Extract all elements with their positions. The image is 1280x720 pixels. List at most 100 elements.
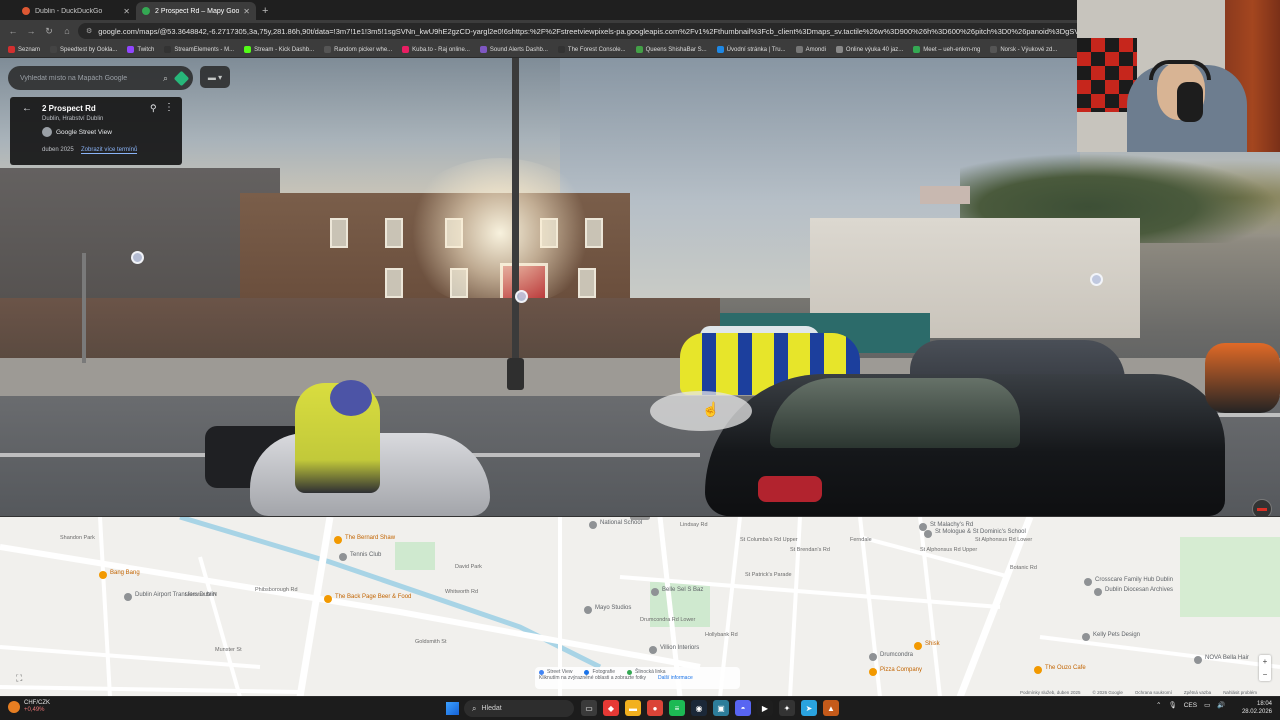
map-poi-icon[interactable] (1082, 633, 1090, 641)
map-poi-icon[interactable] (1194, 656, 1202, 664)
start-button[interactable] (446, 702, 459, 715)
map-place-label[interactable]: Drumcondra (880, 652, 913, 658)
map-poi-icon[interactable] (584, 606, 592, 614)
discord-icon[interactable]: ◓ (735, 700, 751, 716)
language-indicator[interactable]: CES (1184, 702, 1197, 709)
spotify-icon[interactable]: ≡ (669, 700, 685, 716)
compass-icon[interactable] (1252, 499, 1272, 516)
back-icon[interactable]: ← (6, 26, 20, 36)
more-dates-link[interactable]: Zobrazit více termínů (81, 147, 138, 154)
map-poi-icon[interactable] (914, 642, 922, 650)
bookmark-item[interactable]: Stream - Kick Dashb... (244, 46, 314, 53)
close-tab-icon[interactable]: ✕ (123, 7, 130, 16)
map-poi-icon[interactable] (334, 536, 342, 544)
bookmark-item[interactable]: Seznam (8, 46, 40, 53)
map-poi-icon[interactable] (924, 530, 932, 538)
map-poi-icon[interactable] (99, 571, 107, 579)
volume-icon[interactable]: 🔊 (1217, 701, 1225, 709)
chrome-icon[interactable]: ● (647, 700, 663, 716)
map-place-label[interactable]: Bang Bang (110, 570, 140, 576)
photo-marker-icon[interactable] (515, 290, 528, 303)
maps-search-box[interactable]: ⌕ (8, 66, 193, 90)
map-poi-icon[interactable] (869, 653, 877, 661)
bookmark-item[interactable]: StreamElements - M... (164, 46, 234, 53)
location-pin-icon[interactable]: ⚲ (150, 103, 157, 114)
window-icon[interactable]: ▣ (713, 700, 729, 716)
back-arrow-icon[interactable]: ← (22, 103, 32, 114)
map-footer-link[interactable]: © 2026 Google (1093, 690, 1123, 695)
map-poi-icon[interactable] (649, 646, 657, 654)
terminal-icon[interactable]: ▶ (757, 700, 773, 716)
bookmark-item[interactable]: Norsk - Výukové zd... (990, 46, 1057, 53)
map-poi-icon[interactable] (651, 588, 659, 596)
bookmark-item[interactable]: Úvodní stránka | Tru... (716, 46, 786, 53)
map-fullscreen-icon[interactable]: ⛶ (16, 673, 22, 684)
map-footer-link[interactable]: Podmínky služeb, duben 2025 (1020, 690, 1081, 695)
map-place-label[interactable]: Belle Sel S Baz (662, 587, 703, 593)
map-place-label[interactable]: Crosscare Family Hub Dublin (1095, 577, 1173, 583)
map-poi-icon[interactable] (339, 553, 347, 561)
map-poi-icon[interactable] (324, 595, 332, 603)
directions-icon[interactable] (173, 70, 190, 86)
mic-tray-icon[interactable]: 🎙 (1168, 701, 1176, 709)
clock[interactable]: 18:04 28.02.2026 (1232, 700, 1272, 716)
close-tab-icon[interactable]: ✕ (243, 7, 250, 16)
bookmark-item[interactable]: Random picker whe... (324, 46, 392, 53)
map-zoom-in-button[interactable]: + (1263, 657, 1268, 666)
map-place-label[interactable]: Shisk (925, 641, 940, 647)
map-footer-link[interactable]: Ochrana soukromí (1135, 690, 1172, 695)
map-poi-icon[interactable] (869, 668, 877, 676)
photo-marker-icon[interactable] (1090, 273, 1103, 286)
map-place-label[interactable]: Villion Interiors (660, 645, 699, 651)
more-options-icon[interactable]: ⋮ (164, 102, 174, 113)
map-footer-link[interactable]: Nahlásit problém (1223, 690, 1257, 695)
map-place-label[interactable]: NOVA Bella Hair (1205, 655, 1249, 661)
taskbar-search[interactable]: ⌕ Hledat (464, 700, 574, 717)
map-place-label[interactable]: Tennis Club (350, 552, 381, 558)
map-place-label[interactable]: Kelly Pets Design (1093, 632, 1140, 638)
bookmark-item[interactable]: Kuba.to - Raj online... (402, 46, 470, 53)
network-icon[interactable]: ▭ (1204, 701, 1210, 709)
map-place-label[interactable]: The Back Page Beer & Food (335, 594, 411, 600)
map-place-label[interactable]: Dublin Airport Transfers Dublin (135, 592, 216, 598)
app-orange-icon[interactable]: ▲ (823, 700, 839, 716)
photo-marker-icon[interactable] (131, 251, 144, 264)
map-place-label[interactable]: St Malachy's Rd (930, 522, 973, 528)
game-icon[interactable]: ✦ (779, 700, 795, 716)
bookmark-item[interactable]: The Forest Console... (557, 46, 626, 53)
map-poi-icon[interactable] (589, 521, 597, 529)
steam-icon[interactable]: ◉ (691, 700, 707, 716)
bookmark-item[interactable]: Meet – ueh-enkm-mg (913, 46, 980, 53)
bookmark-item[interactable]: Queens ShishaBar S... (635, 46, 707, 53)
map-place-label[interactable]: The Bernard Shaw (345, 535, 395, 541)
bookmark-item[interactable]: Online výuka 40 jaz... (835, 46, 903, 53)
bookmark-item[interactable]: Sound Alerts Dashb... (479, 46, 548, 53)
map-place-label[interactable]: St Mologue & St Dominic's School (935, 529, 1026, 535)
site-info-icon[interactable]: ⚙ (86, 27, 92, 35)
layers-button[interactable]: ▬ ▾ (200, 66, 230, 88)
map-footer-link[interactable]: Zpětná vazba (1184, 690, 1211, 695)
reload-icon[interactable]: ↻ (42, 26, 56, 37)
ticker-widget[interactable]: CHF/CZK +0,49% (8, 700, 50, 714)
map-zoom-out-button[interactable]: − (1263, 670, 1268, 679)
map-poi-icon[interactable] (1034, 666, 1042, 674)
search-icon[interactable]: ⌕ (163, 73, 168, 84)
telegram-icon[interactable]: ➤ (801, 700, 817, 716)
bookmark-item[interactable]: Speedtest by Ookla... (50, 46, 117, 53)
more-info-link[interactable]: Další informace (658, 675, 693, 681)
map-place-label[interactable]: National School (600, 520, 642, 526)
navigation-cursor-ring[interactable] (650, 391, 752, 431)
map-poi-icon[interactable] (1084, 578, 1092, 586)
home-icon[interactable]: ⌂ (60, 26, 74, 36)
folder-icon[interactable]: ▬ (625, 700, 641, 716)
map-poi-icon[interactable] (124, 593, 132, 601)
map-view[interactable]: Shandon Park The Bernard Shaw Bang Bang Ten… (0, 516, 1280, 696)
map-place-label[interactable]: Dublin Diocesan Archives (1105, 587, 1173, 593)
tab-duckduckgo[interactable]: Dublin - DuckDuckGo ✕ (16, 2, 136, 20)
forward-icon[interactable]: → (24, 26, 38, 36)
app-red-icon[interactable]: ◆ (603, 700, 619, 716)
map-poi-icon[interactable] (1094, 588, 1102, 596)
map-place-label[interactable]: Mayo Studios (595, 605, 631, 611)
explorer-icon[interactable]: ▭ (581, 700, 597, 716)
bookmark-item[interactable]: Twitch (127, 46, 154, 53)
